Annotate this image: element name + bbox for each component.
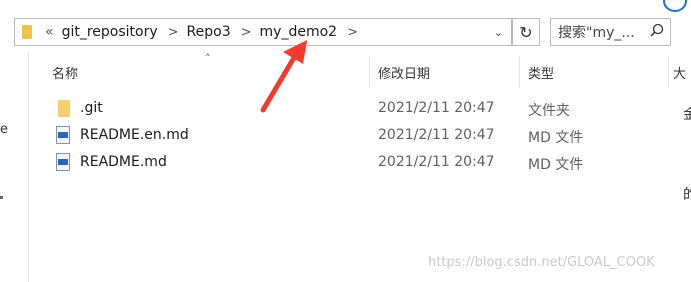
file-name: .git [80, 100, 103, 116]
file-modified: 2021/2/11 20:47 [378, 100, 495, 116]
column-name-header[interactable]: 名称 [52, 63, 78, 82]
top-strip [0, 0, 691, 12]
column-divider[interactable] [668, 56, 669, 88]
file-type: 文件夹 [528, 103, 570, 119]
red-arrow-annotation [260, 40, 307, 113]
folder-icon [22, 25, 32, 39]
chevron-right-icon[interactable]: > [241, 25, 252, 40]
column-size-header-fragment[interactable]: 大 [673, 63, 686, 82]
file-row[interactable]: README.md 2021/2/11 20:47 MD 文件 [50, 150, 660, 176]
breadcrumb-git-repository[interactable]: git_repository [62, 24, 158, 40]
search-icon[interactable] [650, 23, 664, 41]
search-placeholder: 搜索"my_... [558, 25, 635, 41]
file-row[interactable]: README.en.md 2021/2/11 20:47 MD 文件 [50, 123, 660, 149]
file-name: README.md [80, 154, 167, 170]
column-divider[interactable] [519, 56, 520, 88]
breadcrumb-repo3[interactable]: Repo3 [187, 24, 231, 40]
file-type: MD 文件 [528, 157, 584, 173]
file-modified: 2021/2/11 20:47 [378, 154, 495, 170]
file-name: README.en.md [80, 127, 189, 143]
search-input[interactable]: 搜索"my_... [550, 18, 671, 46]
column-divider[interactable] [369, 56, 370, 88]
right-pane-text-fragment: 金 [683, 107, 691, 123]
nav-bullet-fragment [0, 196, 3, 199]
nav-text-fragment: e [0, 122, 8, 137]
chevron-right-icon[interactable]: > [347, 25, 358, 40]
md-file-icon [56, 126, 70, 144]
column-header-row: ˄ 名称 修改日期 类型 大 [28, 52, 691, 88]
file-type: MD 文件 [528, 130, 584, 146]
md-file-icon [56, 153, 70, 171]
column-type-header[interactable]: 类型 [528, 63, 554, 82]
navigation-pane[interactable] [0, 52, 29, 282]
chevron-down-icon[interactable]: ⌄ [494, 26, 503, 39]
column-modified-header[interactable]: 修改日期 [378, 63, 430, 82]
watermark: https://blog.csdn.net/GLOAL_COOK [428, 255, 655, 270]
right-pane-text-fragment: 的 [683, 187, 691, 203]
file-modified: 2021/2/11 20:47 [378, 127, 495, 143]
breadcrumb-overflow[interactable]: « [45, 24, 54, 40]
chevron-right-icon[interactable]: > [168, 25, 179, 40]
folder-icon [58, 100, 70, 117]
sort-ascending-icon[interactable]: ˄ [205, 52, 211, 65]
file-row[interactable]: .git 2021/2/11 20:47 文件夹 [50, 96, 660, 122]
refresh-button[interactable]: ↻ [512, 18, 540, 46]
refresh-icon: ↻ [519, 22, 533, 42]
